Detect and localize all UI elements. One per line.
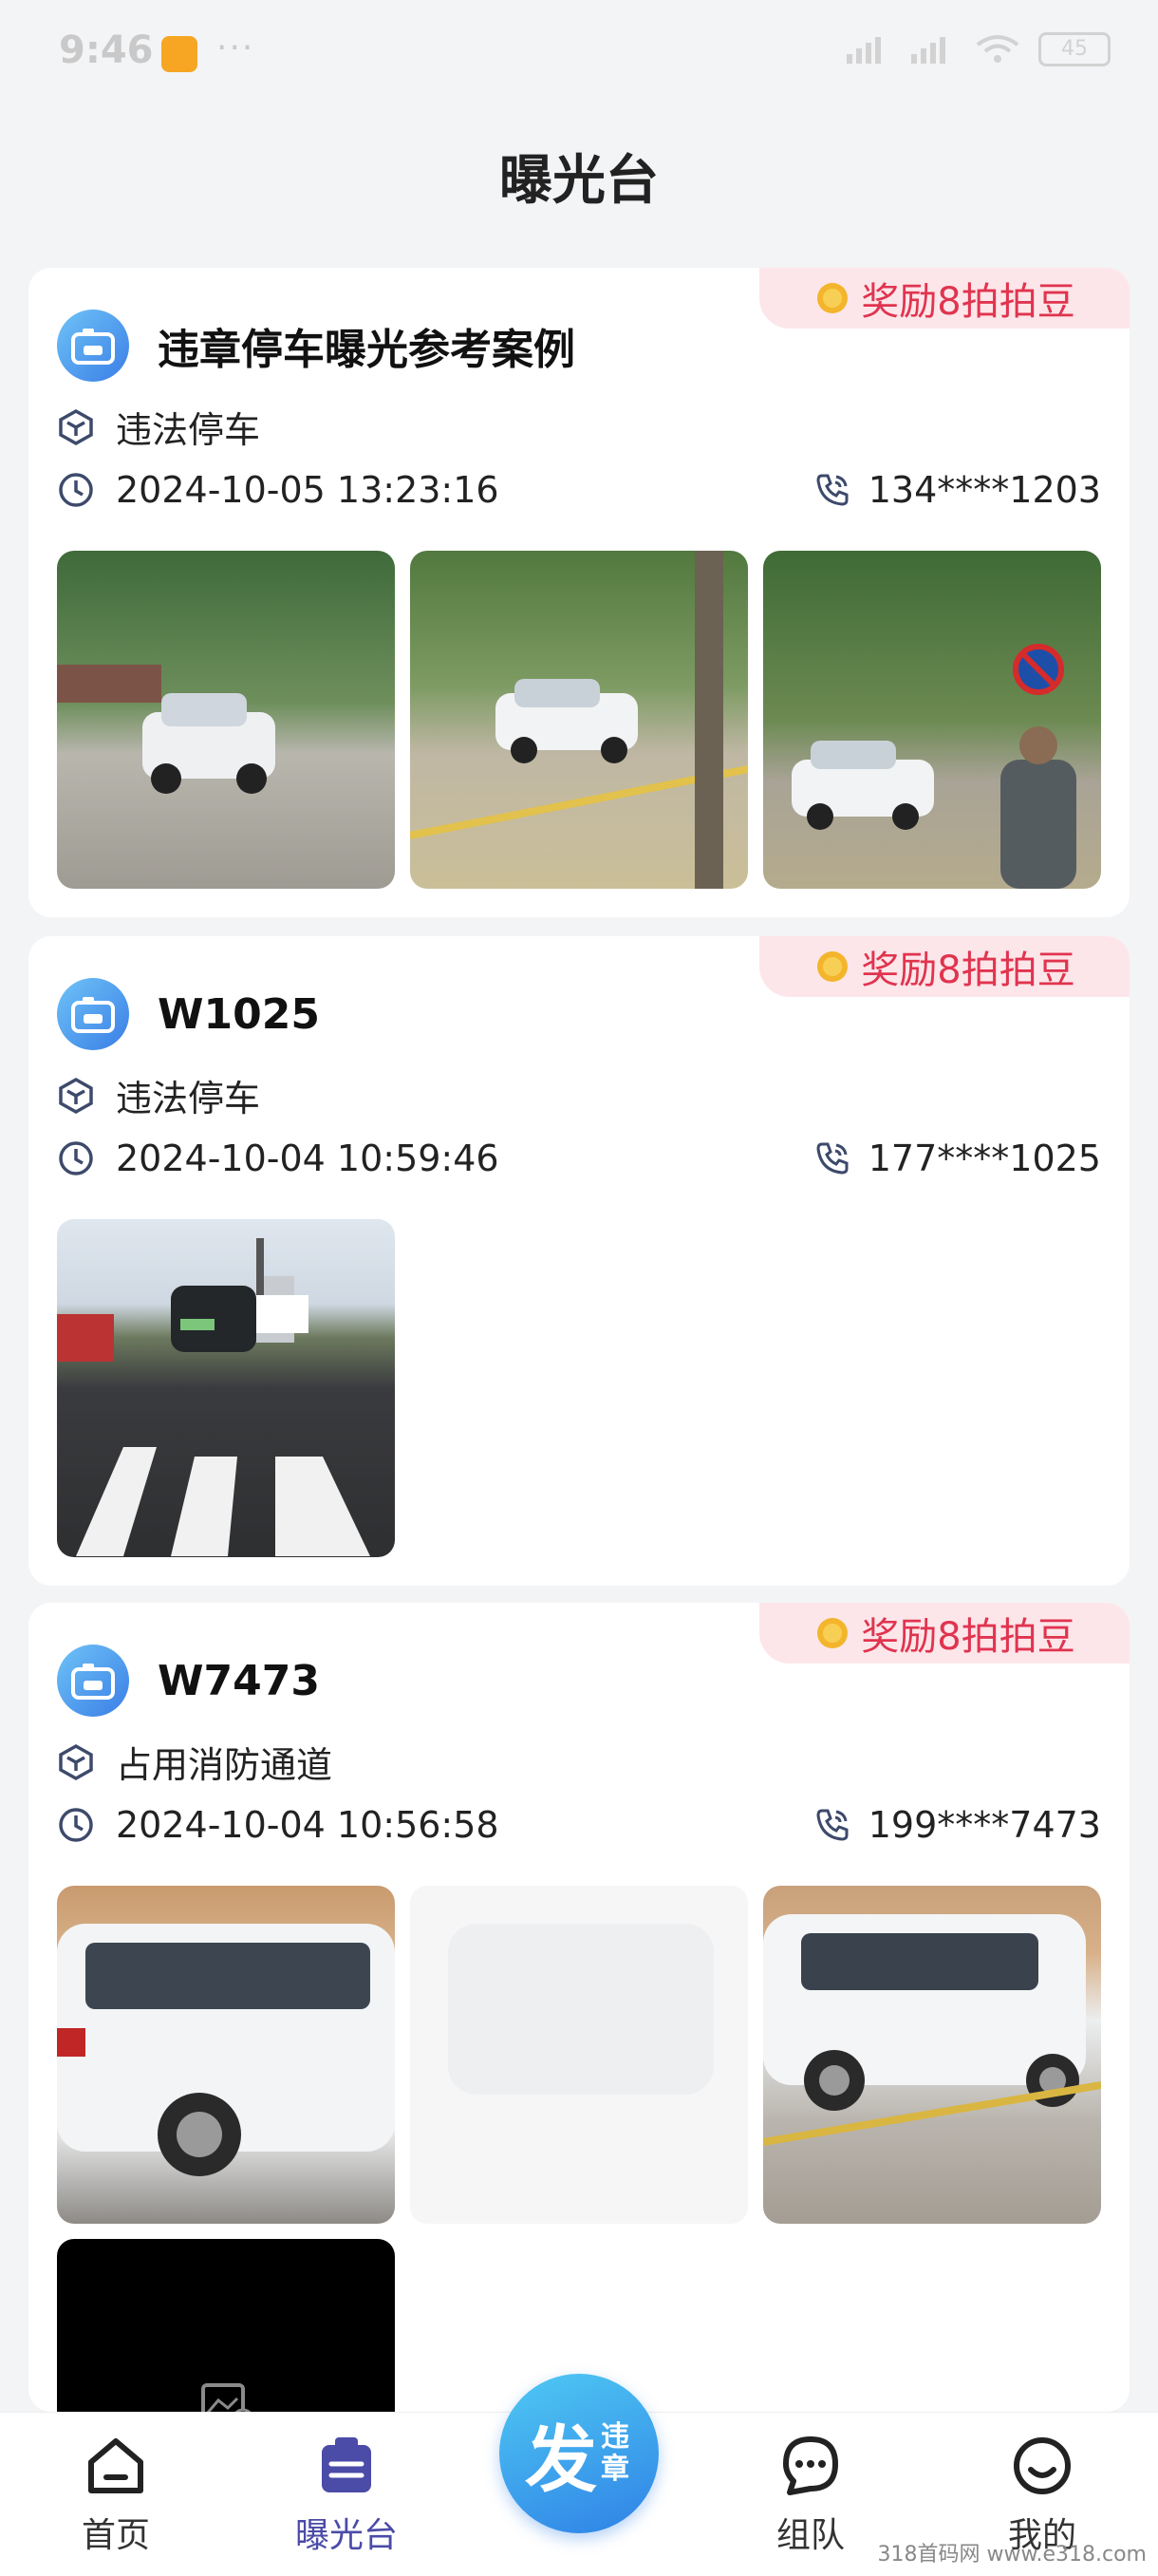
report-datetime: 2024-10-05 13:23:16: [116, 469, 499, 511]
card-title: 违章停车曝光参考案例: [158, 326, 575, 374]
tab-exposure[interactable]: 曝光台: [261, 2432, 432, 2557]
exposure-board-icon: [322, 2437, 371, 2492]
reward-label: 奖励8拍拍豆: [861, 1615, 1075, 1659]
violation-category: 违法停车: [116, 409, 261, 451]
report-datetime: 2024-10-04 10:56:58: [116, 1804, 499, 1846]
evidence-photo[interactable]: [410, 551, 748, 889]
camera-avatar-icon: [57, 310, 129, 382]
evidence-photo-placeholder[interactable]: [57, 2239, 395, 2412]
smile-face-icon: [1014, 2437, 1071, 2494]
status-bar: 9:46 ··· 45: [0, 0, 1158, 104]
exposure-card[interactable]: 奖励8拍拍豆 W7473 占用消防通道 2024-10-04 10:56:58 …: [28, 1603, 1130, 2412]
reward-label: 奖励8拍拍豆: [861, 280, 1075, 324]
tab-home-label: 首页: [81, 2516, 150, 2555]
card-title: W1025: [158, 989, 320, 1039]
reward-label: 奖励8拍拍豆: [861, 949, 1075, 992]
camera-avatar-icon: [57, 1645, 129, 1717]
more-notifications-icon: ···: [216, 28, 255, 67]
phone-icon: [816, 1142, 849, 1175]
watermark: 318首码网 www.e318.com: [877, 2543, 1147, 2567]
report-datetime: 2024-10-04 10:59:46: [116, 1138, 499, 1179]
signal-icon-2: [911, 37, 945, 64]
reward-badge: 奖励8拍拍豆: [759, 268, 1130, 329]
page-title: 曝光台: [499, 150, 659, 212]
wifi-icon: [976, 35, 1019, 63]
category-cube-icon: [59, 1743, 93, 1780]
category-cube-icon: [59, 1077, 93, 1114]
coin-icon: [817, 1618, 849, 1648]
status-indicators: 45: [845, 32, 1111, 66]
tab-team-label: 组队: [775, 2516, 845, 2555]
exposure-card[interactable]: 奖励8拍拍豆 W1025 违法停车 2024-10-04 10:59:46 17…: [28, 936, 1130, 1586]
category-cube-icon: [59, 408, 93, 445]
report-violation-button[interactable]: 发 违章: [499, 2374, 659, 2533]
reward-badge: 奖励8拍拍豆: [759, 1603, 1130, 1664]
coin-icon: [817, 951, 849, 982]
signal-icon: [847, 37, 881, 64]
reward-badge: 奖励8拍拍豆: [759, 936, 1130, 997]
clock-icon: [59, 1141, 93, 1175]
reporter-phone: 177****1025: [868, 1138, 1101, 1179]
home-icon: [88, 2438, 143, 2493]
reporter-phone: 199****7473: [868, 1804, 1101, 1846]
reporter-phone: 134****1203: [868, 469, 1101, 511]
fab-main-label: 发: [525, 2417, 597, 2502]
app-notification-icon: [161, 36, 197, 72]
tab-exposure-label: 曝光台: [294, 2516, 398, 2555]
evidence-photo[interactable]: [57, 1219, 395, 1557]
evidence-photo[interactable]: [57, 551, 395, 889]
fab-sub-label: 违章: [601, 2420, 629, 2486]
camera-avatar-icon: [57, 978, 129, 1050]
phone-icon: [816, 1809, 849, 1841]
chat-bubble-icon: [783, 2436, 838, 2495]
violation-category: 违法停车: [116, 1078, 261, 1119]
image-error-icon: [201, 2383, 252, 2412]
battery-icon: 45: [1038, 32, 1111, 66]
coin-icon: [817, 283, 849, 313]
evidence-photo[interactable]: [763, 1886, 1101, 2224]
tab-team[interactable]: 组队: [725, 2432, 896, 2557]
violation-category: 占用消防通道: [116, 1744, 333, 1786]
phone-icon: [816, 474, 849, 506]
evidence-photo[interactable]: [57, 1886, 395, 2224]
evidence-photo[interactable]: [410, 1886, 748, 2224]
exposure-card[interactable]: 奖励8拍拍豆 违章停车曝光参考案例 违法停车 2024-10-05 13:23:…: [28, 268, 1130, 917]
status-time: 9:46: [59, 28, 154, 72]
evidence-photo[interactable]: [763, 551, 1101, 889]
tab-home[interactable]: 首页: [30, 2432, 201, 2557]
clock-icon: [59, 1808, 93, 1842]
clock-icon: [59, 473, 93, 507]
card-title: W7473: [158, 1656, 320, 1705]
